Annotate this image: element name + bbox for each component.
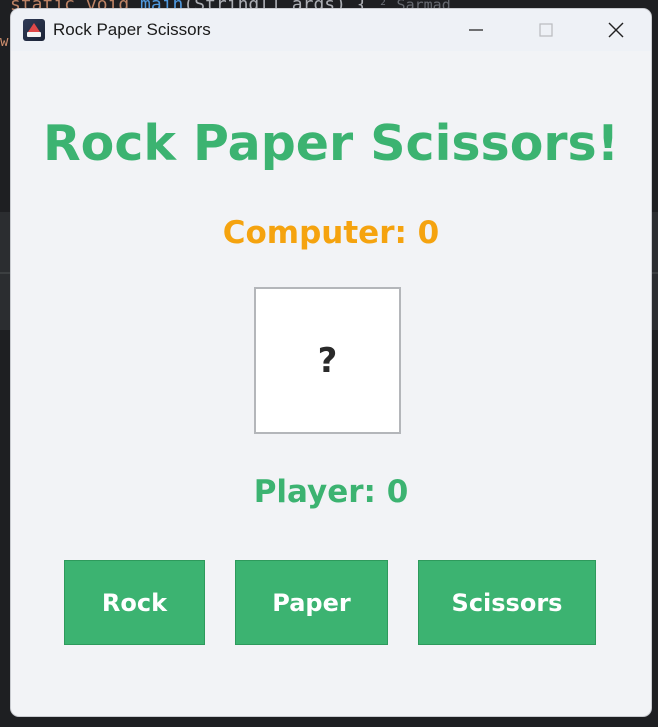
game-window: Rock Paper Scissors Rock Paper Scissors!… xyxy=(11,9,651,716)
computer-score-label: Computer: 0 xyxy=(222,215,440,251)
window-controls xyxy=(441,9,651,51)
computer-choice-box: ? xyxy=(254,287,401,434)
close-button[interactable] xyxy=(581,9,651,51)
rock-button-label: Rock xyxy=(101,588,168,617)
close-icon xyxy=(608,22,624,38)
scissors-button-label: Scissors xyxy=(451,588,563,617)
java-app-icon xyxy=(23,19,45,41)
paper-button-label: Paper xyxy=(272,588,351,617)
minimize-button[interactable] xyxy=(441,9,511,51)
minimize-icon xyxy=(469,29,483,31)
window-title: Rock Paper Scissors xyxy=(53,20,211,39)
maximize-icon xyxy=(539,23,553,37)
game-heading: Rock Paper Scissors! xyxy=(42,115,620,172)
scissors-button[interactable]: Scissors xyxy=(418,560,596,645)
title-bar[interactable]: Rock Paper Scissors xyxy=(11,9,651,51)
paper-button[interactable]: Paper xyxy=(235,560,388,645)
rock-button[interactable]: Rock xyxy=(64,560,205,645)
computer-choice-value: ? xyxy=(317,340,338,381)
background-code-fragment: w xyxy=(0,34,9,50)
player-score-label: Player: 0 xyxy=(253,474,409,510)
maximize-button[interactable] xyxy=(511,9,581,51)
